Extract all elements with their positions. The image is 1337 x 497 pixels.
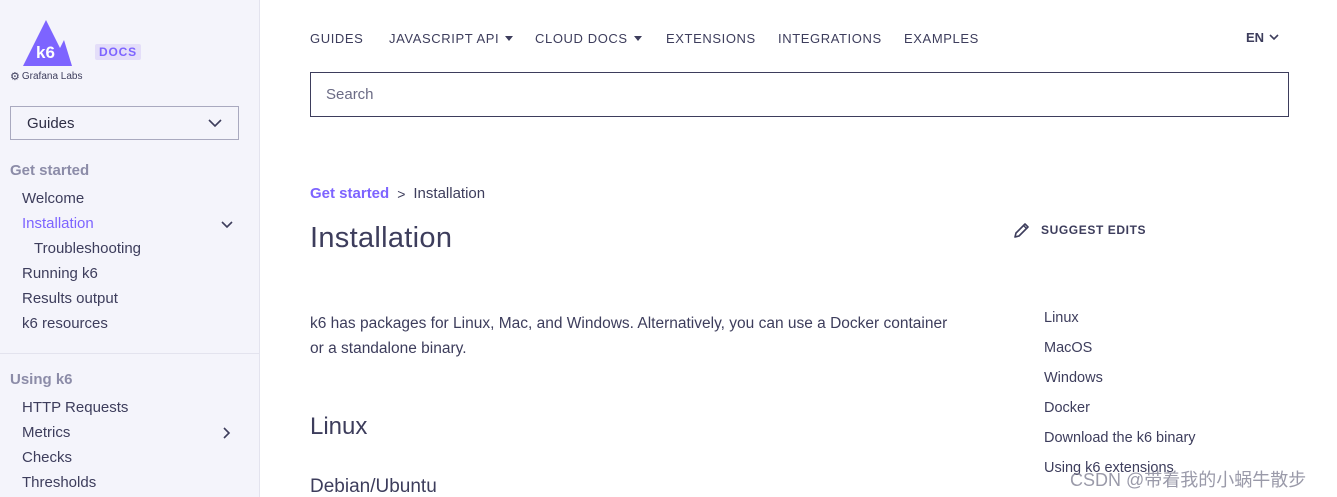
watermark: CSDN @带着我的小蜗牛散步 — [1070, 470, 1307, 490]
guides-select-value: Guides — [27, 114, 75, 132]
guides-select[interactable]: Guides — [10, 106, 239, 140]
language-select[interactable]: EN — [1246, 30, 1279, 45]
sidebar-item-troubleshooting[interactable]: Troubleshooting — [34, 240, 141, 257]
section-heading-linux: Linux — [310, 413, 368, 440]
chevron-down-icon[interactable] — [220, 218, 234, 232]
section-title-get-started: Get started — [10, 162, 90, 179]
caret-down-icon — [505, 36, 514, 41]
grafana-labs-label: Grafana Labs — [21, 71, 83, 82]
toc-item-windows[interactable]: Windows — [1044, 370, 1103, 386]
k6-logo-icon: k6 — [23, 20, 72, 66]
sidebar-divider — [0, 353, 259, 354]
breadcrumb: Get started > Installation — [310, 185, 485, 202]
breadcrumb-current: Installation — [413, 185, 486, 202]
caret-down-icon — [633, 36, 642, 41]
nav-cloud-docs[interactable]: CLOUD DOCS — [535, 31, 642, 46]
nav-javascript-api-label: JAVASCRIPT API — [389, 31, 500, 46]
nav-guides-label: GUIDES — [310, 31, 364, 46]
grafana-labs-logo: ⚙ Grafana Labs — [10, 70, 82, 83]
sidebar-item-checks[interactable]: Checks — [22, 449, 72, 466]
sidebar-item-metrics[interactable]: Metrics — [22, 424, 70, 441]
toc-item-docker[interactable]: Docker — [1044, 400, 1090, 416]
nav-integrations-label: INTEGRATIONS — [778, 31, 882, 46]
breadcrumb-link-get-started[interactable]: Get started — [310, 185, 389, 202]
nav-javascript-api[interactable]: JAVASCRIPT API — [389, 31, 514, 46]
chevron-right-icon[interactable] — [220, 426, 234, 440]
suggest-edits-button[interactable]: SUGGEST EDITS — [1013, 221, 1146, 239]
toc-item-linux[interactable]: Linux — [1044, 310, 1079, 326]
grafana-icon: ⚙ — [10, 71, 20, 83]
page-title: Installation — [310, 222, 453, 254]
nav-cloud-docs-label: CLOUD DOCS — [535, 31, 628, 46]
sidebar-item-thresholds[interactable]: Thresholds — [22, 474, 96, 491]
nav-examples-label: EXAMPLES — [904, 31, 979, 46]
nav-examples[interactable]: EXAMPLES — [904, 31, 979, 46]
intro-paragraph: k6 has packages for Linux, Mac, and Wind… — [310, 315, 948, 357]
section-title-using-k6: Using k6 — [10, 371, 73, 388]
subsection-heading-debian: Debian/Ubuntu — [310, 476, 437, 497]
nav-integrations[interactable]: INTEGRATIONS — [778, 31, 882, 46]
toc-item-download-binary[interactable]: Download the k6 binary — [1044, 430, 1196, 446]
sidebar-item-welcome[interactable]: Welcome — [22, 190, 84, 207]
breadcrumb-separator: > — [397, 185, 406, 202]
nav-extensions-label: EXTENSIONS — [666, 31, 756, 46]
sidebar-item-k6-resources[interactable]: k6 resources — [22, 315, 108, 332]
pencil-icon — [1014, 223, 1029, 238]
sidebar-item-results-output[interactable]: Results output — [22, 290, 118, 307]
sidebar: k6 ⚙ Grafana Labs DOCS Guides Get starte… — [0, 0, 260, 497]
nav-guides[interactable]: GUIDES — [310, 31, 363, 46]
nav-extensions[interactable]: EXTENSIONS — [666, 31, 756, 46]
sidebar-item-http-requests[interactable]: HTTP Requests — [22, 399, 128, 416]
language-label: EN — [1246, 30, 1265, 45]
sidebar-item-installation[interactable]: Installation — [22, 215, 94, 232]
suggest-edits-label: SUGGEST EDITS — [1041, 223, 1147, 237]
toc-item-macos[interactable]: MacOS — [1044, 340, 1092, 356]
sidebar-item-running-k6[interactable]: Running k6 — [22, 265, 98, 282]
search-input[interactable] — [310, 72, 1289, 117]
svg-text:k6: k6 — [36, 43, 55, 62]
docs-badge: DOCS — [95, 44, 141, 60]
chevron-down-icon — [208, 118, 222, 127]
chevron-down-icon — [1269, 34, 1279, 41]
